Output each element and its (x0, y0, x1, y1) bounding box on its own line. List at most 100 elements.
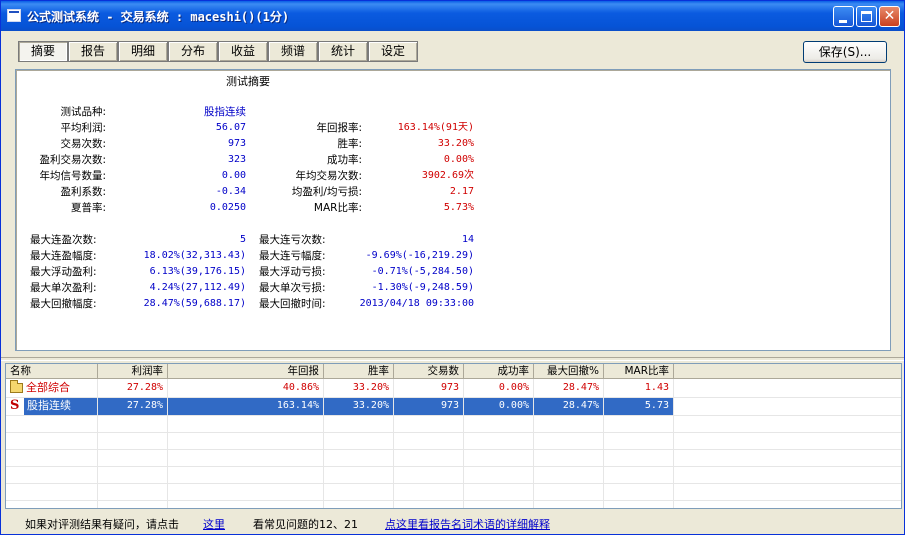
table-cell: 1.43 (604, 380, 674, 397)
table-row[interactable]: 全部综合 27.28% 40.86% 33.20% 973 0.00% 28.4… (6, 380, 901, 397)
stat-value: 0.00% (443, 154, 474, 165)
stat-label: 最大连亏次数: (259, 234, 326, 246)
tab-spectrum[interactable]: 频谱 (268, 41, 318, 62)
stat-value: 163.14%(91天) (397, 122, 474, 133)
stat-value: -1.30%(-9,248.59) (371, 282, 474, 293)
table-cell: 28.47% (534, 398, 604, 415)
results-table[interactable]: 名称 利润率 年回报 胜率 交易数 成功率 最大回撤% MAR比率 全部综合 2… (5, 363, 902, 509)
table-header: 名称 利润率 年回报 胜率 交易数 成功率 最大回撤% MAR比率 (6, 364, 901, 379)
footer-text: 如果对评测结果有疑问，请点击 (25, 518, 179, 531)
grid-line (673, 379, 674, 508)
stat-value: 5 (239, 234, 246, 245)
grid-line (323, 379, 324, 508)
stat-value: 973 (227, 138, 246, 149)
close-icon: ✕ (883, 8, 896, 24)
summary-title: 测试摘要 (226, 75, 270, 88)
stat-value: 28.47%(59,688.17) (143, 298, 246, 309)
title-bar[interactable]: 公式测试系统 - 交易系统 : maceshi()(1分) ✕ (1, 1, 904, 31)
tab-profit[interactable]: 收益 (218, 41, 268, 62)
grid-line (6, 432, 901, 433)
stat-value: -9.69%(-16,219.29) (365, 250, 474, 261)
table-cell: 27.28% (98, 398, 168, 415)
stat-label: 最大浮动盈利: (30, 266, 97, 278)
stat-label: 交易次数: (60, 138, 106, 150)
row-name: S 股指连续 (6, 398, 98, 415)
table-cell: 27.28% (98, 380, 168, 397)
stat-value: 3902.69次 (421, 170, 474, 181)
grid-line (6, 483, 901, 484)
column-header[interactable]: 利润率 (98, 364, 168, 379)
table-cell: 33.20% (324, 398, 394, 415)
table-cell: 0.00% (464, 380, 534, 397)
glossary-link[interactable]: 点这里看报告名词术语的详细解释 (385, 516, 550, 532)
table-row-selected[interactable]: S 股指连续 27.28% 163.14% 33.20% 973 0.00% 2… (6, 398, 901, 415)
stat-value: 4.24%(27,112.49) (149, 282, 246, 293)
stat-value: 2013/04/18 09:33:00 (359, 298, 474, 309)
close-button[interactable]: ✕ (879, 6, 900, 27)
grid-line (603, 379, 604, 508)
stat-label: 年均信号数量: (39, 170, 106, 182)
stat-value: 33.20% (437, 138, 474, 149)
grid-line (167, 379, 168, 508)
grid-line (393, 379, 394, 508)
table-cell: 0.00% (464, 398, 534, 415)
stat-label: 夏普率: (70, 202, 106, 214)
save-button[interactable]: 保存(S)... (803, 41, 887, 63)
table-cell: 40.86% (168, 380, 324, 397)
stat-value: -0.71%(-5,284.50) (371, 266, 474, 277)
tab-bar: 摘要 报告 明细 分布 收益 频谱 统计 设定 (1, 31, 904, 65)
stat-value: 5.73% (443, 202, 474, 213)
table-cell: 973 (394, 380, 464, 397)
footer-bar: 如果对评测结果有疑问，请点击 这里 看常见问题的12、21 点这里看报告名词术语… (1, 511, 904, 535)
splitter[interactable] (1, 357, 904, 361)
tab-distribution[interactable]: 分布 (168, 41, 218, 62)
stat-label: 盈利系数: (60, 186, 106, 198)
grid-line (6, 415, 901, 416)
stat-value: -0.34 (215, 186, 246, 197)
row-name: 全部综合 (6, 380, 98, 397)
window-title: 公式测试系统 - 交易系统 : maceshi()(1分) (27, 10, 290, 24)
tab-detail[interactable]: 明细 (118, 41, 168, 62)
stat-label: 成功率: (326, 154, 362, 166)
stat-label: 均盈利/均亏损: (291, 186, 362, 198)
tab-statistics[interactable]: 统计 (318, 41, 368, 62)
maximize-icon (861, 11, 872, 22)
column-header[interactable]: 成功率 (464, 364, 534, 379)
table-cell: 28.47% (534, 380, 604, 397)
column-header[interactable]: 年回报 (168, 364, 324, 379)
help-link[interactable]: 这里 (203, 516, 225, 532)
footer-text: 看常见问题的12、21 (253, 518, 358, 531)
stat-value: 6.13%(39,176.15) (149, 266, 246, 277)
strategy-s-icon: S (10, 398, 20, 413)
row-name-text: 全部综合 (26, 381, 70, 394)
stat-label: 最大连亏幅度: (259, 250, 326, 262)
stat-value: 0.00 (221, 170, 246, 181)
folder-icon (10, 380, 23, 393)
grid-line (6, 500, 901, 501)
column-header[interactable]: 名称 (6, 364, 98, 379)
minimize-icon (839, 20, 847, 23)
maximize-button[interactable] (856, 6, 877, 27)
column-header[interactable]: 最大回撤% (534, 364, 604, 379)
table-cell: 33.20% (324, 380, 394, 397)
stat-value: 14 (461, 234, 474, 245)
stat-label: 最大连盈次数: (30, 234, 97, 246)
tab-settings[interactable]: 设定 (368, 41, 418, 62)
tab-report[interactable]: 报告 (68, 41, 118, 62)
table-cell: 163.14% (168, 398, 324, 415)
row-name-text: 股指连续 (24, 398, 98, 415)
stat-label: 盈利交易次数: (39, 154, 106, 166)
stat-label: 最大浮动亏损: (259, 266, 326, 278)
tab-summary[interactable]: 摘要 (18, 41, 68, 62)
grid-line (6, 466, 901, 467)
stat-value: 0.0250 (209, 202, 246, 213)
stat-label: 平均利润: (60, 122, 106, 134)
grid-line (6, 449, 901, 450)
stat-label: 年均交易次数: (295, 170, 362, 182)
column-header[interactable]: 胜率 (324, 364, 394, 379)
stat-label: 最大单次盈利: (30, 282, 97, 294)
column-header[interactable]: 交易数 (394, 364, 464, 379)
minimize-button[interactable] (833, 6, 854, 27)
column-header[interactable]: MAR比率 (604, 364, 674, 379)
stat-value: 323 (227, 154, 246, 165)
